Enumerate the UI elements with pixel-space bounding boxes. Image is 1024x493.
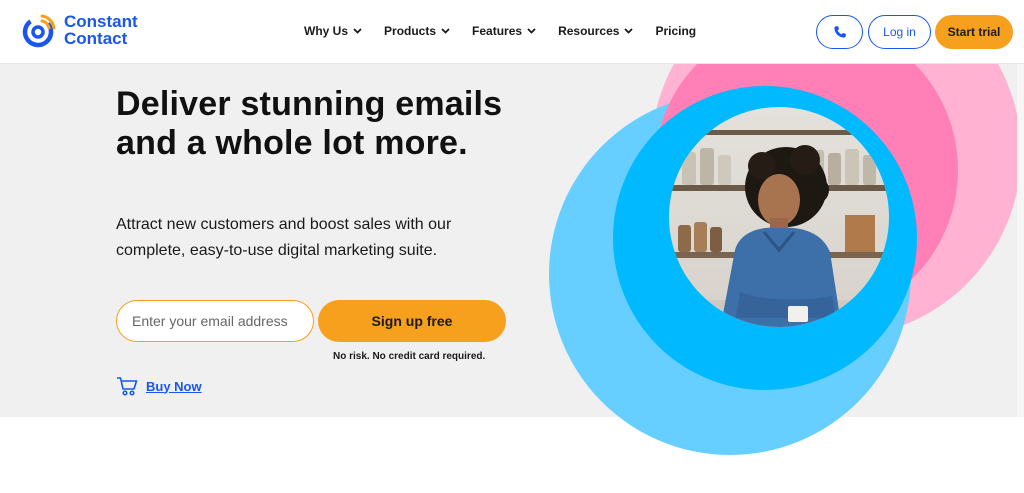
phone-icon: [833, 26, 846, 38]
nav-item-label: Why Us: [304, 24, 349, 38]
brand-name-line2: Contact: [64, 29, 128, 48]
buy-now-link[interactable]: Buy Now: [116, 376, 202, 396]
chevron-down-icon: [441, 28, 450, 34]
brand-logo[interactable]: Constant Contact: [22, 12, 138, 48]
nav-item-label: Features: [472, 24, 523, 38]
chevron-down-icon: [353, 28, 362, 34]
nav-item-products[interactable]: Products: [384, 24, 450, 38]
logo-icon: [22, 14, 56, 48]
start-trial-button[interactable]: Start trial: [935, 15, 1013, 49]
phone-button[interactable]: [816, 15, 863, 49]
no-risk-disclaimer: No risk. No credit card required.: [333, 351, 486, 362]
cart-icon: [117, 377, 138, 396]
nav-item-label: Resources: [558, 24, 620, 38]
nav-item-label: Pricing: [655, 24, 697, 38]
nav-item-resources[interactable]: Resources: [558, 24, 634, 38]
hero-headline: Deliver stunning emails and a whole lot …: [116, 85, 503, 162]
login-button[interactable]: Log in: [868, 15, 931, 49]
sign-up-free-button[interactable]: Sign up free: [318, 300, 506, 342]
brand-name-line1: Constant: [64, 12, 138, 31]
hero-subhead: Attract new customers and boost sales wi…: [116, 216, 452, 259]
buy-now-label: Buy Now: [146, 378, 202, 394]
site-header: Constant Contact Why Us Products Feature…: [0, 0, 1024, 64]
nav-item-features[interactable]: Features: [472, 24, 536, 38]
chevron-down-icon: [624, 28, 634, 34]
chevron-down-icon: [527, 28, 536, 34]
email-input[interactable]: [116, 300, 314, 342]
nav-item-label: Products: [384, 24, 437, 38]
brand-wordmark: Constant Contact: [64, 13, 138, 47]
page-edge: [1017, 64, 1024, 417]
nav-item-pricing[interactable]: Pricing: [655, 24, 696, 38]
main-nav: Why Us Products Features Resources Prici…: [304, 24, 718, 38]
nav-item-why-us[interactable]: Why Us: [304, 24, 362, 38]
